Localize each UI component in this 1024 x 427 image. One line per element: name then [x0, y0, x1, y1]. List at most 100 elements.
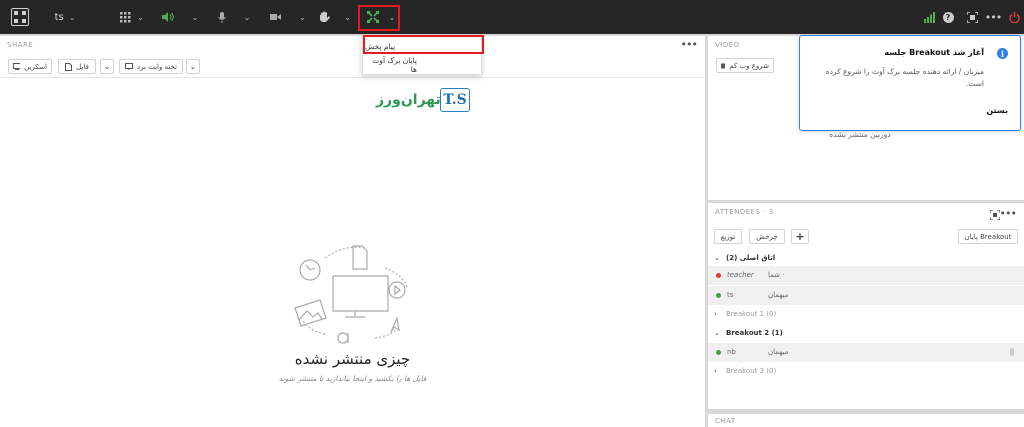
apps-button[interactable]: ⌄: [116, 0, 148, 34]
whiteboard-button[interactable]: تخته وایت برد: [119, 59, 183, 74]
room-label: Breakout 3 (0): [726, 367, 777, 375]
apps-grid-icon: [120, 11, 131, 22]
chevron-right-icon: ›: [714, 367, 717, 375]
attendees-count: · 3: [763, 208, 774, 216]
whiteboard-icon: [125, 63, 134, 70]
status-dot: [716, 350, 721, 355]
attendee-row-nb[interactable]: nb میهمان: [708, 343, 1024, 362]
whiteboard-dropdown-button[interactable]: ⌄: [186, 59, 200, 74]
brand-logo: تهران‌ورز T.S: [374, 88, 474, 114]
add-icon: +: [795, 230, 805, 243]
attendee-row-ts[interactable]: ts میهمان: [708, 286, 1024, 305]
user-menu[interactable]: ts ⌄: [48, 0, 82, 34]
share-panel: SHARE ••• اسکرین فایل ⌄ تخته وایت برد ⌄: [0, 36, 705, 427]
file-icon: [65, 62, 73, 71]
room-row-breakout-2[interactable]: ⌄ Breakout 2 (1): [708, 324, 1024, 343]
distribute-label: توزیع: [720, 232, 736, 241]
chevron-down-icon: ⌄: [344, 12, 351, 22]
expand-panel-icon[interactable]: [990, 210, 1000, 220]
chevron-down-icon: ⌄: [714, 254, 720, 262]
camera-icon: [721, 63, 726, 68]
help-button[interactable]: ?: [942, 0, 954, 34]
rotate-button[interactable]: چرخش: [749, 229, 785, 244]
room-label: Breakout 2 (1): [726, 329, 783, 337]
menu-highlight-box: [363, 35, 484, 54]
chevron-down-icon: ⌄: [68, 12, 76, 22]
empty-state-title: چیزی منتشر نشده: [294, 350, 411, 368]
chat-panel-title: CHAT: [715, 417, 736, 425]
camera-button[interactable]: ⌄: [268, 0, 308, 34]
attendee-role: میهمان: [768, 291, 789, 299]
speaker-icon: [161, 12, 174, 22]
status-dot: [716, 273, 721, 278]
signal-bars-icon: [923, 11, 935, 23]
chevron-down-icon: ⌄: [137, 12, 144, 22]
attendees-more-icon[interactable]: •••: [1000, 207, 1017, 220]
share-screen-label: اسکرین: [24, 62, 47, 71]
signal-indicator: [922, 0, 936, 34]
attendees-title: ATTENDEES: [715, 208, 761, 216]
room-label: اتاق اصلی (2): [726, 254, 776, 262]
menu-item-label: پایان برک آوت ها: [372, 55, 417, 74]
layout-menu-button[interactable]: [10, 0, 30, 34]
share-file-label: فایل: [76, 62, 89, 71]
camera-icon: [270, 14, 282, 20]
video-panel-title: VIDEO: [715, 41, 740, 49]
more-icon: •••: [984, 10, 1002, 24]
share-file-button[interactable]: فایل: [58, 59, 96, 74]
share-more-icon[interactable]: •••: [681, 38, 698, 51]
brand-mark: T.S: [440, 88, 470, 112]
fullscreen-icon: [966, 11, 978, 23]
room-row-breakout-3[interactable]: › Breakout 3 (0): [708, 362, 1024, 381]
microphone-icon: [1010, 348, 1014, 356]
power-icon: [1008, 11, 1020, 23]
distribute-button[interactable]: توزیع: [714, 229, 742, 244]
chevron-down-icon: ⌄: [243, 12, 251, 22]
chevron-down-icon: ⌄: [299, 12, 306, 22]
attendee-row-teacher[interactable]: teacher · شما: [708, 266, 1024, 285]
attendee-name: teacher: [727, 271, 754, 279]
room-label: Breakout 1 (0): [726, 310, 777, 318]
no-camera-message: دوربین منتشر نشده: [829, 130, 891, 139]
status-dot: [716, 293, 721, 298]
user-label: ts: [54, 11, 64, 23]
more-button[interactable]: •••: [984, 0, 1002, 34]
start-webcam-label: شروع وب کم: [729, 61, 769, 70]
top-toolbar: ts ⌄ ⌄ ⌄ ⌄ ⌄ ⌄ ⌄ ? •••: [0, 0, 1024, 34]
help-icon: ?: [942, 11, 954, 23]
layout-icon: [11, 8, 29, 26]
add-room-button[interactable]: +: [791, 229, 809, 244]
start-webcam-button[interactable]: شروع وب کم: [716, 58, 774, 73]
chevron-right-icon: ›: [714, 310, 717, 318]
info-icon: i: [997, 48, 1008, 59]
chevron-down-icon: ⌄: [103, 62, 111, 71]
speaker-button[interactable]: ⌄: [160, 0, 200, 34]
attendee-you-tag: · شما: [768, 271, 785, 279]
breakout-highlight-box: [358, 5, 400, 31]
notification-close-button[interactable]: بستن: [986, 106, 1008, 115]
leave-button[interactable]: [1008, 0, 1020, 34]
attendee-name: ts: [727, 291, 734, 299]
monitor-icon: [13, 63, 21, 70]
whiteboard-label: تخته وایت برد: [137, 62, 177, 71]
rotate-label: چرخش: [756, 232, 778, 241]
end-breakout-button[interactable]: پایان Breakout: [958, 229, 1018, 244]
attendee-role: میهمان: [768, 348, 789, 356]
chevron-down-icon: ⌄: [191, 12, 199, 22]
room-row-breakout-1[interactable]: › Breakout 1 (0): [708, 305, 1024, 324]
attendees-panel-title: ATTENDEES · 3: [715, 208, 774, 216]
empty-share-illustration: [294, 245, 408, 344]
raise-hand-button[interactable]: ⌄: [318, 0, 352, 34]
chevron-down-icon: ⌄: [714, 329, 720, 337]
microphone-button[interactable]: ⌄: [214, 0, 254, 34]
end-breakout-label: پایان Breakout: [964, 232, 1012, 241]
file-dropdown-button[interactable]: ⌄: [100, 59, 114, 74]
notification-title: آغاز شد Breakout جلسه: [884, 48, 984, 57]
fullscreen-button[interactable]: [966, 0, 978, 34]
hand-raise-icon: [320, 11, 331, 22]
menu-item-end-breakouts[interactable]: پایان برک آوت ها: [365, 55, 481, 74]
share-screen-button[interactable]: اسکرین: [8, 59, 52, 74]
microphone-icon: [217, 11, 226, 23]
chevron-down-icon: ⌄: [189, 62, 197, 71]
notification-body: میزبان / ارائه دهنده جلسه برک آوت را شرو…: [825, 67, 984, 88]
